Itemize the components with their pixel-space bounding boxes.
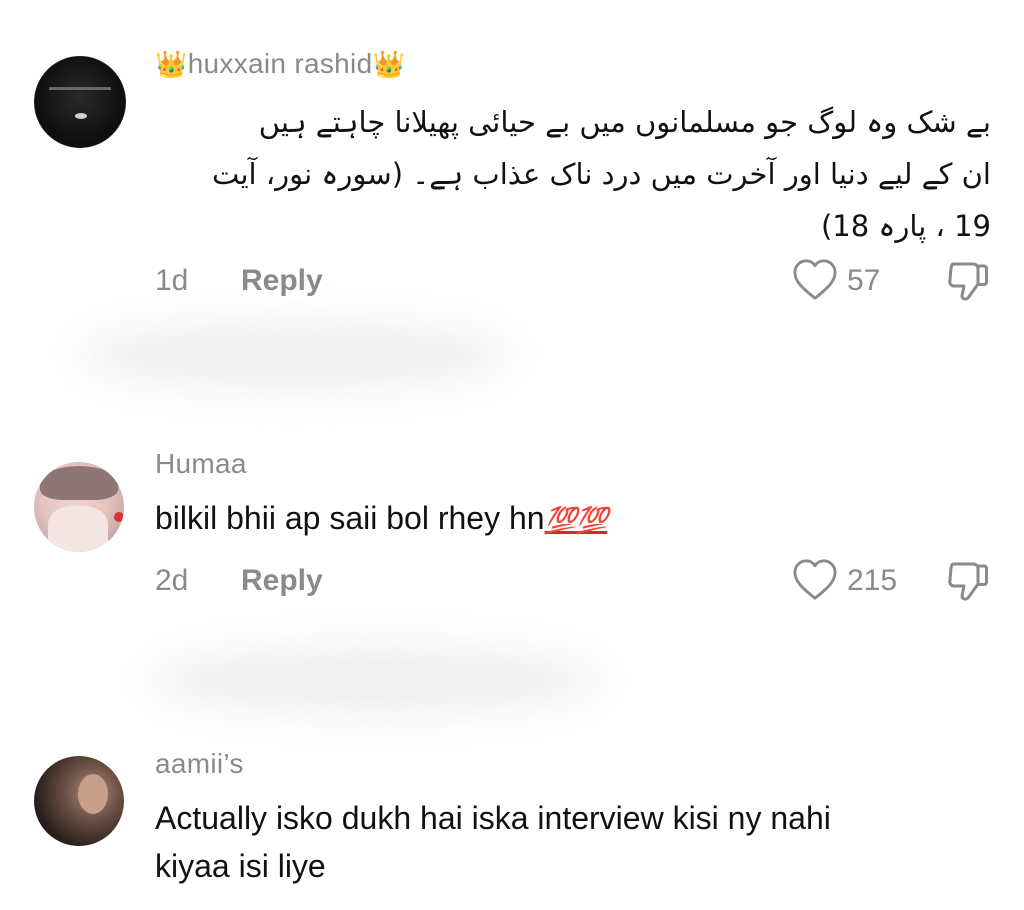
hundred-points-icon: 💯💯 (544, 505, 609, 535)
timestamp: 2d (155, 564, 189, 597)
avatar[interactable] (34, 756, 124, 846)
heart-outline-icon[interactable] (792, 558, 838, 602)
heart-outline-icon[interactable] (792, 258, 838, 302)
comment-text-line: kiyaa isi liye (155, 848, 326, 884)
comment-text-line: ان کے لیے دنیا اور آخرت میں درد ناک عذاب… (211, 157, 991, 191)
crown-icon: 👑 (155, 49, 188, 79)
avatar[interactable] (34, 56, 126, 148)
timestamp: 1d (155, 264, 189, 297)
reply-button[interactable]: Reply (241, 264, 323, 298)
avatar-bird-decoration (75, 113, 87, 119)
thumbs-down-outline-icon[interactable] (945, 258, 991, 304)
redacted-blur (80, 320, 510, 390)
username-text: Humaa (155, 448, 247, 479)
username[interactable]: Humaa (155, 448, 247, 480)
comment-text: Actually isko dukh hai iska interview ki… (155, 794, 991, 890)
avatar-face-decoration (78, 774, 108, 814)
thumbs-down-outline-icon[interactable] (945, 558, 991, 604)
comment-text-line: بے شک وہ لوگ جو مسلمانوں میں بے حیائی پھ… (258, 105, 991, 139)
comment-text: bilkil bhii ap saii bol rhey hn💯💯 (155, 494, 991, 544)
comment-text-body: bilkil bhii ap saii bol rhey hn (155, 500, 545, 536)
comment-text-line: 19 ، پارہ 18) (820, 209, 991, 243)
comment-text: بے شک وہ لوگ جو مسلمانوں میں بے حیائی پھ… (155, 96, 991, 252)
avatar-hair-decoration (40, 466, 118, 500)
avatar-veil-decoration (48, 506, 108, 552)
reply-button[interactable]: Reply (241, 564, 323, 598)
comment-meta: 2d Reply 215 (155, 559, 995, 604)
redacted-blur (150, 645, 600, 715)
avatar-text-decoration (49, 87, 111, 90)
like-count: 57 (847, 264, 881, 297)
username-text: huxxain rashid (187, 48, 373, 79)
like-count: 215 (847, 564, 898, 597)
username[interactable]: aamii’s (155, 748, 244, 780)
comment-text-line: Actually isko dukh hai iska interview ki… (155, 800, 831, 836)
avatar-badge-decoration (114, 512, 124, 522)
crown-icon: 👑 (372, 49, 406, 79)
username-text: aamii’s (155, 748, 244, 779)
comment-meta: 1d Reply 57 (155, 259, 995, 304)
username[interactable]: 👑huxxain rashid👑 (155, 48, 405, 80)
avatar[interactable] (34, 462, 124, 552)
